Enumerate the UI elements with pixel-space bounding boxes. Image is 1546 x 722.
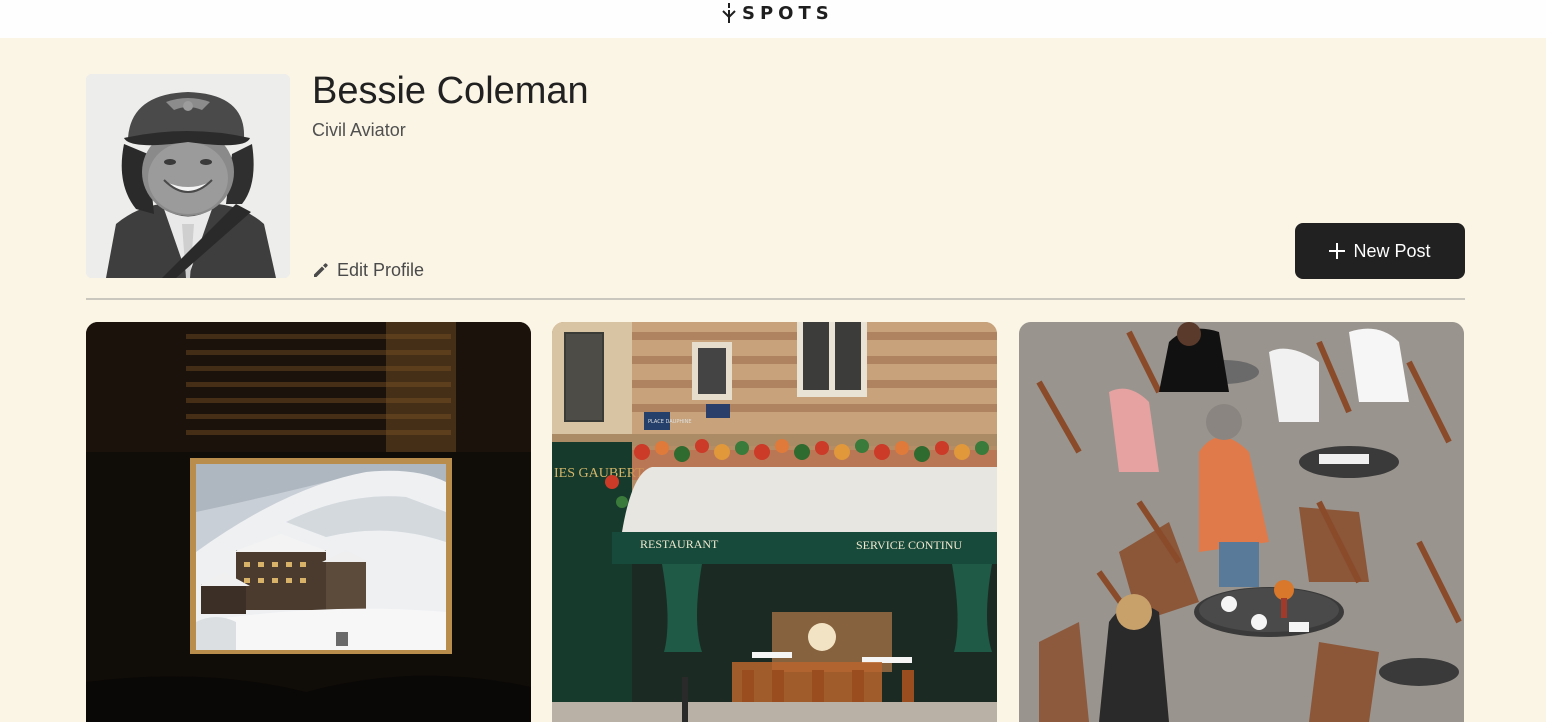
site-header: SPOTS bbox=[0, 0, 1546, 38]
new-post-button[interactable]: New Post bbox=[1295, 223, 1465, 279]
profile-title: Civil Aviator bbox=[312, 120, 406, 140]
post-card-image[interactable]: IES GAUBERT PLACE DAUPHINE RESTAURANT SE… bbox=[552, 322, 997, 722]
restaurant-sign-text: IES GAUBERT bbox=[554, 466, 644, 481]
edit-profile-label: Edit Profile bbox=[337, 259, 425, 280]
plaque-text: PLACE DAUPHINE bbox=[648, 419, 691, 425]
spots-logo-icon bbox=[722, 3, 736, 23]
logo[interactable]: SPOTS bbox=[722, 2, 834, 24]
avatar bbox=[86, 74, 290, 278]
profile-name: Bessie Coleman bbox=[312, 70, 589, 112]
awning-left-text: RESTAURANT bbox=[640, 537, 719, 551]
awning-right-text: SERVICE CONTINU bbox=[856, 538, 962, 552]
edit-profile-button[interactable]: Edit Profile bbox=[312, 258, 424, 282]
profile-divider bbox=[86, 298, 1465, 300]
post-card-image[interactable] bbox=[1019, 322, 1464, 722]
pencil-icon bbox=[314, 262, 328, 277]
logo-text: SPOTS bbox=[742, 2, 834, 24]
plus-icon bbox=[1329, 243, 1346, 259]
new-post-label: New Post bbox=[1353, 240, 1431, 261]
post-card-image[interactable] bbox=[86, 322, 531, 722]
